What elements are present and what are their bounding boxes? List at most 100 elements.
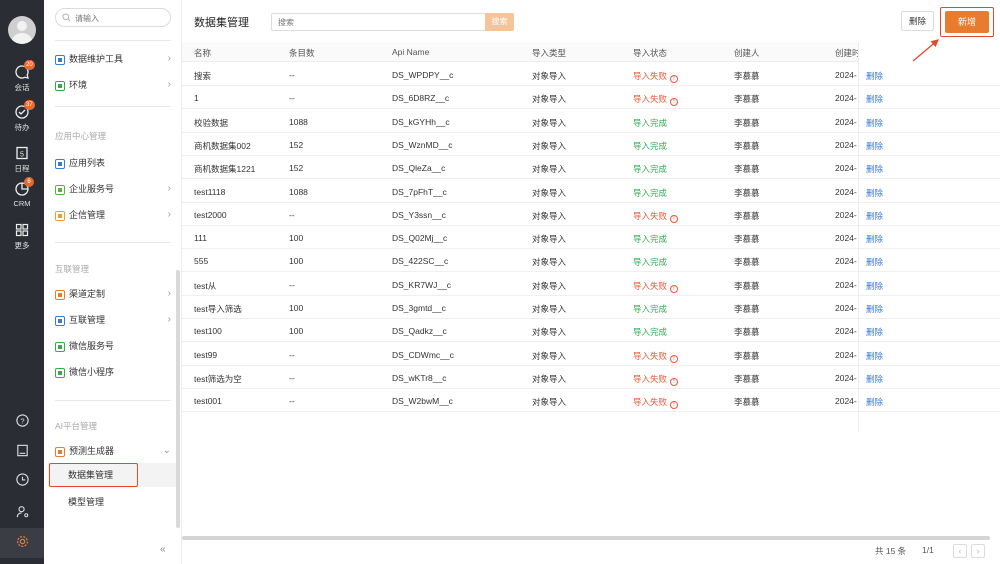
interconnect-icon [55,315,65,326]
next-page-button[interactable]: › [971,544,985,558]
column-header[interactable]: 导入类型 [532,47,566,59]
error-info-icon[interactable]: ! [670,284,679,293]
service-icon [55,184,65,195]
table-row[interactable]: test100 100 DS_Qadkz__c 对象导入 导入完成 李慕慕 2024-0 删除 [182,319,1000,343]
column-header[interactable]: 创建人 [734,47,760,59]
delete-row-link[interactable]: 删除 [866,373,906,385]
column-header[interactable]: 名称 [194,47,211,59]
delete-row-link[interactable]: 删除 [866,280,906,292]
error-info-icon[interactable]: ! [670,98,679,107]
column-header[interactable]: Api Name [392,47,429,57]
error-info-icon[interactable]: ! [670,377,679,386]
rail-item-3[interactable]: CRM 6 [0,177,44,215]
cell-creator: 李慕慕 [734,304,760,314]
search-button[interactable]: 搜索 [485,13,514,31]
column-header[interactable]: 导入状态 [633,47,667,59]
table-row[interactable]: 1 -- DS_6D8RZ__c 对象导入 导入失败! 李慕慕 2024-0 删除 [182,86,1000,110]
sidebar-item-label: 微信小程序 [69,367,115,377]
error-info-icon[interactable]: ! [670,354,679,363]
horizontal-scrollbar[interactable] [182,536,990,540]
table-row[interactable]: 搜索 -- DS_WPDPY__c 对象导入 导入失败! 李慕慕 2024-0 删除 [182,63,1000,86]
sidebar-item[interactable]: 渠道定制 › [55,286,171,302]
delete-row-link[interactable]: 删除 [866,303,906,315]
pagination-page[interactable]: 1/1 [922,545,934,555]
table-row[interactable]: 111 100 DS_Q02Mj__c 对象导入 导入完成 李慕慕 2024-0 删除 [182,226,1000,250]
cell-status: 导入完成 [633,117,728,129]
rail-item-2[interactable]: 5 日程 [0,145,44,179]
sidebar-item-model[interactable]: 模型管理 [48,490,178,514]
delete-row-link[interactable]: 删除 [866,187,906,199]
wechat-service-icon [55,341,65,352]
sidebar-item[interactable]: 数据维护工具 › [55,51,171,67]
sidebar-search[interactable] [55,8,171,27]
collapse-sidebar-button[interactable]: « [160,544,166,555]
error-info-icon[interactable]: ! [670,214,679,223]
prev-page-button[interactable]: ‹ [953,544,967,558]
table-row[interactable]: test001 -- DS_W2bwM__c 对象导入 导入失败! 李慕慕 2024-0 删除 [182,389,1000,413]
chevron-right-icon: ⌄ [162,445,171,456]
table-row[interactable]: 商机数据集1221 152 DS_QleZa__c 对象导入 导入完成 李慕慕 2024-0… [182,156,1000,180]
sidebar-item[interactable]: 企业服务号 › [55,181,171,197]
cell-created: 2024-0 [835,209,857,220]
table-row[interactable]: test99 -- DS_CDWmc__c 对象导入 导入失败! 李慕慕 2024-0 删除 [182,343,1000,366]
cell-status: 导入失败! [633,280,728,293]
cell-created: 2024-0 [835,303,857,313]
cell-creator: 李慕慕 [734,164,760,175]
delete-row-link[interactable]: 删除 [866,117,906,129]
cell-api: DS_422SC__c [392,256,449,267]
user-settings-icon[interactable] [0,498,44,526]
search-box[interactable] [271,13,487,31]
table-row[interactable]: test导入筛选 100 DS_3gmtd__c 对象导入 导入完成 李慕慕 2024-0 删… [182,296,1000,319]
delete-row-link[interactable]: 删除 [866,396,906,408]
table-row[interactable]: 555 100 DS_422SC__c 对象导入 导入完成 李慕慕 2024-0 删除 [182,249,1000,273]
avatar[interactable] [8,16,36,44]
document-icon[interactable] [0,437,44,465]
table-row[interactable]: test1118 1088 DS_7pFhT__c 对象导入 导入完成 李慕慕 2024-0… [182,180,1000,203]
chart-icon [55,54,65,65]
cell-status: 导入失败! [633,93,728,107]
sidebar-search-input[interactable] [75,11,165,25]
notification-badge: 37 [24,100,35,110]
cell-type: 对象导入 [532,234,567,245]
sidebar-item[interactable]: 环境 › [55,77,171,93]
table-row[interactable]: 校验数据 1088 DS_kGYHh__c 对象导入 导入完成 李慕慕 2024-0 删除 [182,110,1000,133]
cell-created: 2024-0 [835,116,857,127]
search-input[interactable] [278,16,468,29]
column-header[interactable]: 创建时 [835,47,861,59]
table-row[interactable]: test筛选为空 -- DS_wKTr8__c 对象导入 导入失败! 李慕慕 2024-0 删… [182,366,1000,389]
help-icon[interactable]: ? [0,407,44,435]
delete-row-link[interactable]: 删除 [866,210,906,222]
cell-type: 对象导入 [532,327,567,338]
sidebar-item[interactable]: 企信管理 › [55,207,171,223]
delete-row-link[interactable]: 删除 [866,140,906,152]
status-text: 导入完成 [633,187,668,198]
cell-status: 导入失败! [633,70,728,83]
delete-row-link[interactable]: 删除 [866,93,906,105]
delete-row-link[interactable]: 删除 [866,350,906,362]
sidebar-item[interactable]: 微信小程序 [55,364,171,380]
column-header[interactable]: 条目数 [289,47,315,59]
table-row[interactable]: test从 -- DS_KR7WJ__c 对象导入 导入失败! 李慕慕 2024-0 删除 [182,273,1000,296]
delete-row-link[interactable]: 删除 [866,70,906,82]
gear-icon[interactable] [0,528,44,556]
sidebar-item[interactable]: 互联管理 › [55,312,171,328]
delete-row-link[interactable]: 删除 [866,326,906,338]
sidebar-item[interactable]: 应用列表 [55,155,171,171]
table-row[interactable]: test2000 -- DS_Y3ssn__c 对象导入 导入失败! 李慕慕 2024-0 删… [182,203,1000,226]
clock-icon[interactable] [0,466,44,494]
sidebar-item[interactable]: 微信服务号 [55,338,171,354]
rail-item-0[interactable]: 会话 20 [0,60,44,98]
sidebar-item[interactable]: 预测生成器 ⌄ [55,443,171,459]
error-info-icon[interactable]: ! [670,401,679,410]
status-text: 导入完成 [633,117,668,128]
delete-row-link[interactable]: 删除 [866,256,906,268]
rail-item-4[interactable]: 更多 [0,222,44,256]
rail-item-1[interactable]: 待办 37 [0,100,44,138]
sidebar-scrollbar[interactable] [176,270,180,528]
table-row[interactable]: 商机数据集002 152 DS_WznMD__c 对象导入 导入完成 李慕慕 2024-0 删… [182,133,1000,156]
error-info-icon[interactable]: ! [670,75,679,83]
delete-row-link[interactable]: 删除 [866,163,906,175]
cell-name: test从 [194,280,217,291]
delete-button[interactable]: 删除 [901,11,934,31]
delete-row-link[interactable]: 删除 [866,233,906,245]
